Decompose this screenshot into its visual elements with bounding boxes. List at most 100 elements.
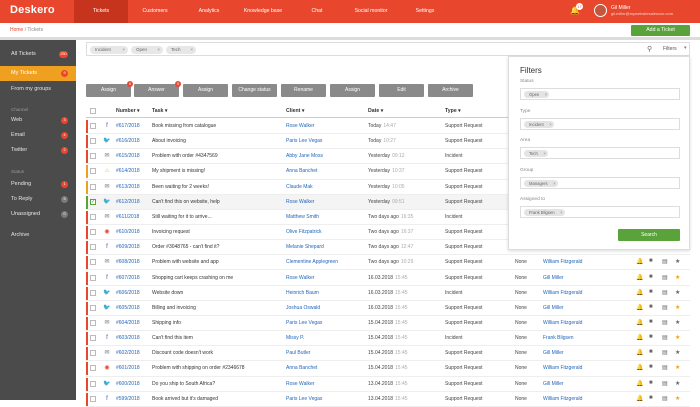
ticket-client[interactable]: Paul Butler — [286, 350, 310, 356]
chevron-down-icon[interactable]: ▾ — [684, 45, 687, 51]
nav-item-knowledge-base[interactable]: Knowledge base — [236, 0, 290, 23]
search-icon[interactable]: ⚲ — [647, 45, 652, 53]
remove-tag-icon[interactable]: × — [190, 46, 193, 54]
ticket-number[interactable]: #607/2018 — [116, 275, 140, 281]
row-checkbox[interactable] — [90, 229, 96, 236]
ticket-task[interactable]: Problem with shipping on order #2346678 — [152, 365, 282, 371]
comment-icon[interactable]: ■ — [649, 258, 653, 264]
ticket-number[interactable]: #599/2018 — [116, 396, 140, 402]
table-row[interactable]: f #607/2018 Shopping cart keeps crashing o… — [86, 271, 690, 286]
filter-tag[interactable]: Tech × — [166, 46, 196, 54]
row-checkbox[interactable]: ✓ — [90, 198, 96, 205]
nav-item-social-monitor[interactable]: Social monitor — [344, 0, 398, 23]
note-icon[interactable]: ▤ — [662, 258, 668, 265]
sidebar-item-all-tickets[interactable]: All Tickets 250 — [0, 47, 76, 62]
ticket-client[interactable]: Paris Lee Vegas — [286, 396, 322, 402]
row-checkbox[interactable] — [90, 244, 96, 251]
row-checkbox[interactable] — [90, 138, 96, 145]
comment-icon[interactable]: ■ — [649, 349, 653, 355]
sidebar-item-web[interactable]: Web 3 — [0, 113, 76, 128]
bell-icon[interactable]: 🔔 — [636, 349, 643, 356]
remove-tag-icon[interactable]: × — [157, 46, 160, 54]
column-client[interactable]: Client ▾ — [286, 108, 304, 114]
ticket-number[interactable]: #606/2018 — [116, 290, 140, 296]
ticket-client[interactable]: Paris Lee Vegas — [286, 320, 322, 326]
ticket-number[interactable]: #614/2018 — [116, 168, 140, 174]
ticket-assignee[interactable]: William Fitzgerald — [543, 365, 582, 371]
table-row[interactable]: 🐦 #605/2018 Billing and invoicing Joshua Os… — [86, 301, 690, 316]
group-field[interactable]: Managers × — [520, 177, 680, 189]
row-checkbox[interactable] — [90, 395, 96, 402]
sidebar-item-unassigned[interactable]: Unassigned 0 — [0, 207, 76, 222]
rename-button[interactable]: Rename — [281, 84, 326, 97]
area-field[interactable]: Tech × — [520, 147, 680, 159]
ticket-client[interactable]: Rose Walker — [286, 123, 314, 129]
ticket-client[interactable]: Rose Walker — [286, 275, 314, 281]
type-field[interactable]: Incident × — [520, 118, 680, 130]
filter-tag[interactable]: Open × — [524, 91, 550, 98]
filter-tag[interactable]: Managers × — [524, 180, 558, 187]
answer-button[interactable]: Answer 5 — [134, 81, 181, 97]
bell-icon[interactable]: 🔔 — [636, 319, 643, 326]
ticket-client[interactable]: Matthew Smith — [286, 214, 319, 220]
ticket-task[interactable]: Website down — [152, 290, 282, 296]
bell-icon[interactable]: 🔔 — [636, 258, 643, 265]
row-checkbox[interactable] — [90, 380, 96, 387]
nav-item-analytics[interactable]: Analytics — [182, 0, 236, 23]
comment-icon[interactable]: ■ — [649, 380, 653, 386]
table-row[interactable]: 🐦 #606/2018 Website down Heinrich Baum 16.03… — [86, 286, 690, 301]
remove-tag-icon[interactable]: × — [122, 46, 125, 54]
table-row[interactable]: 🐦 #600/2018 Do you ship to South Africa? Ro… — [86, 377, 690, 392]
filter-tag[interactable]: Incident × — [90, 46, 128, 54]
ticket-task[interactable]: About invoicing — [152, 138, 282, 144]
ticket-task[interactable]: Shipping info — [152, 320, 282, 326]
nav-item-tickets[interactable]: Tickets — [74, 0, 128, 23]
comment-icon[interactable]: ■ — [649, 274, 653, 280]
note-icon[interactable]: ▤ — [662, 319, 668, 326]
row-checkbox[interactable] — [90, 289, 96, 296]
table-row[interactable]: f #599/2018 Book arrived but it's damaged P… — [86, 392, 690, 407]
note-icon[interactable]: ▤ — [662, 289, 668, 296]
remove-tag-icon[interactable]: × — [545, 91, 547, 98]
avatar[interactable] — [594, 4, 607, 17]
filter-tag[interactable]: Frank Bligsen × — [524, 209, 565, 216]
star-icon[interactable]: ★ — [675, 319, 680, 326]
ticket-task[interactable]: Order #3048765 - can't find it? — [152, 244, 282, 250]
comment-icon[interactable]: ■ — [649, 334, 653, 340]
ticket-number[interactable]: #616/2018 — [116, 138, 140, 144]
remove-tag-icon[interactable]: × — [549, 121, 551, 128]
ticket-assignee[interactable]: William Fitzgerald — [543, 396, 582, 402]
ticket-number[interactable]: #603/2018 — [116, 335, 140, 341]
table-row[interactable]: ✉ #608/2018 Problem with website and app Cl… — [86, 255, 690, 271]
ticket-assignee[interactable]: William Fitzgerald — [543, 320, 582, 326]
bell-icon[interactable]: 🔔 — [636, 304, 643, 311]
ticket-assignee[interactable]: William Fitzgerald — [543, 259, 582, 265]
ticket-number[interactable]: #610/2018 — [116, 229, 140, 235]
assign-button[interactable]: Assign — [183, 84, 228, 97]
ticket-assignee[interactable]: Gill Miller — [543, 275, 564, 281]
ticket-client[interactable]: Rose Walker — [286, 199, 314, 205]
ticket-client[interactable]: Olive Fitzpatrick — [286, 229, 322, 235]
ticket-number[interactable]: #609/2018 — [116, 244, 140, 250]
row-checkbox[interactable] — [90, 123, 96, 129]
ticket-number[interactable]: #601/2018 — [116, 365, 140, 371]
edit-button[interactable]: Edit — [379, 84, 424, 97]
row-checkbox[interactable] — [90, 259, 96, 266]
ticket-task[interactable]: Discount code doesn't work — [152, 350, 282, 356]
ticket-task[interactable]: Do you ship to South Africa? — [152, 381, 282, 387]
row-checkbox[interactable] — [90, 153, 96, 160]
nav-item-customers[interactable]: Customers — [128, 0, 182, 23]
ticket-assignee[interactable]: Gill Miller — [543, 305, 564, 311]
star-icon[interactable]: ★ — [675, 258, 680, 265]
sidebar-item-email[interactable]: Email 4 — [0, 128, 76, 143]
note-icon[interactable]: ▤ — [662, 274, 668, 281]
ticket-task[interactable]: Problem with order #4347569 — [152, 153, 282, 159]
row-checkbox[interactable] — [90, 304, 96, 311]
table-row[interactable]: ✉ #602/2018 Discount code doesn't work Paul… — [86, 346, 690, 362]
select-all-checkbox[interactable] — [90, 108, 96, 114]
ticket-number[interactable]: #617/2018 — [116, 123, 140, 129]
table-row[interactable]: ◉ #601/2018 Problem with shipping on order… — [86, 361, 690, 377]
row-checkbox[interactable] — [90, 168, 96, 175]
ticket-number[interactable]: #615/2018 — [116, 153, 140, 159]
search-button[interactable]: Search — [618, 229, 680, 241]
